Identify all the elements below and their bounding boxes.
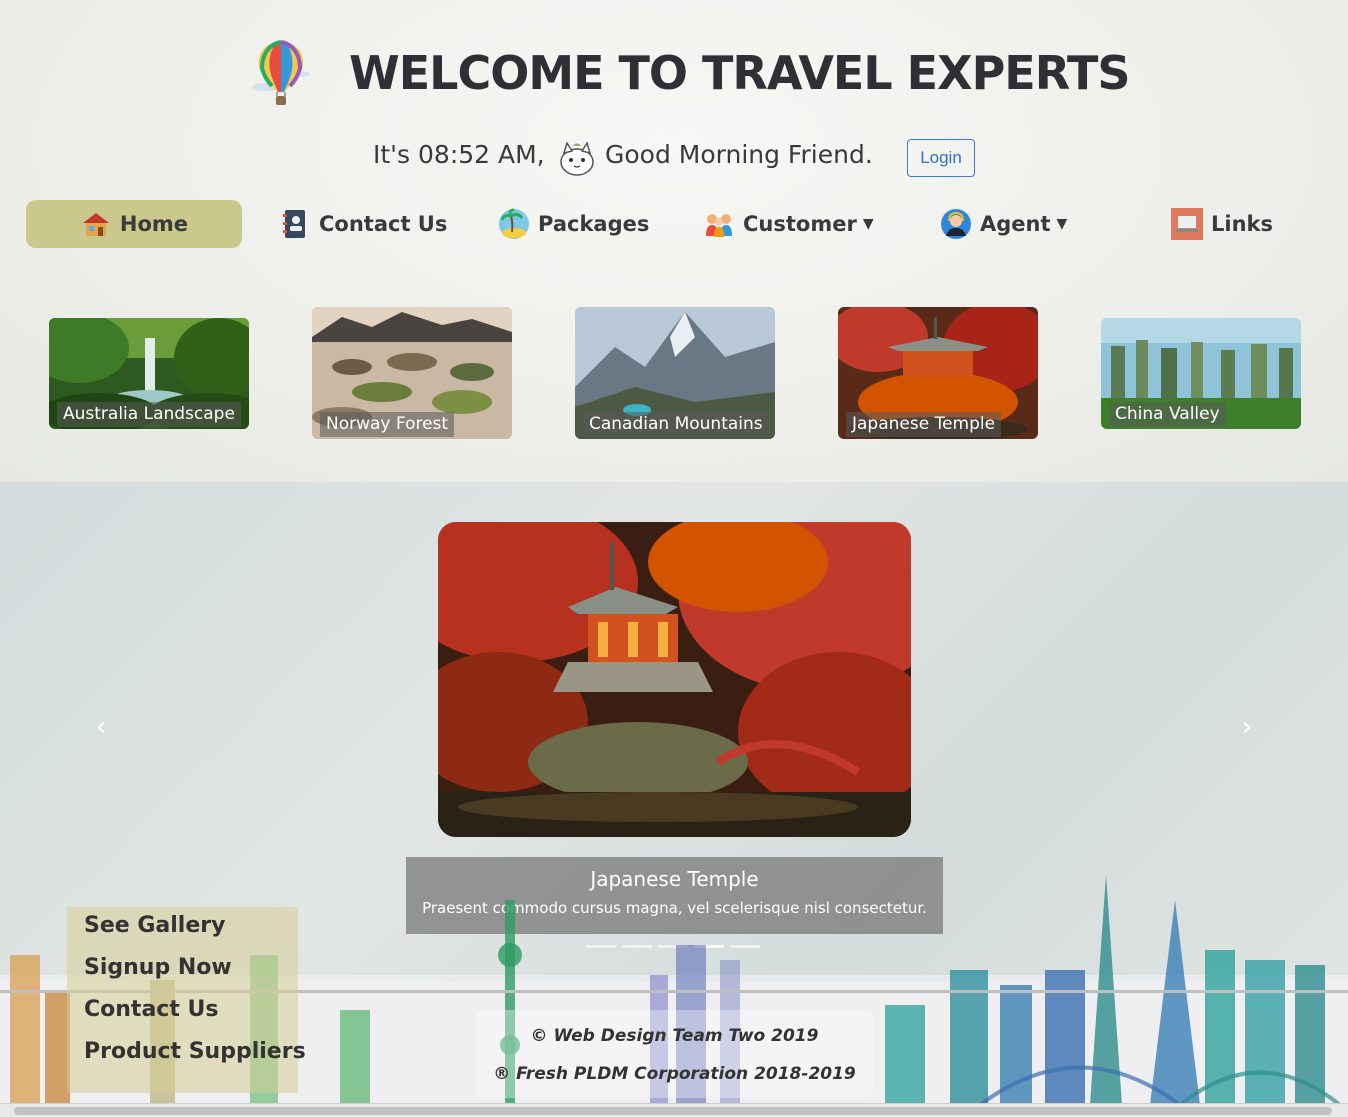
corporation-text: ® Fresh PLDM Corporation 2018-2019	[493, 1064, 856, 1084]
footer-link-signup-now[interactable]: Signup Now	[84, 955, 232, 980]
nav-label-packages: Packages	[538, 212, 650, 236]
chevron-right-icon[interactable]: ›	[1232, 712, 1262, 742]
nav-item-agent[interactable]: Agent ▼	[940, 200, 1067, 248]
island-icon	[499, 208, 529, 239]
address-book-icon	[283, 210, 305, 238]
footer-link-product-suppliers[interactable]: Product Suppliers	[84, 1039, 306, 1064]
chevron-left-icon[interactable]: ‹	[86, 712, 116, 742]
people-icon	[706, 214, 732, 237]
carousel-slide-image	[438, 522, 911, 837]
nav-label-customer: Customer	[743, 212, 857, 236]
thumbnail-norway-forest[interactable]: Norway Forest	[312, 307, 512, 439]
thumbnail-australia-landscape[interactable]: Australia Landscape	[49, 318, 249, 429]
hot-air-balloon-icon	[252, 40, 310, 105]
footer-link-contact-us[interactable]: Contact Us	[84, 997, 218, 1022]
footer-links: See Gallery Signup Now Contact Us Produc…	[67, 907, 306, 1093]
chevron-down-icon: ▼	[1056, 216, 1068, 232]
thumbnail-caption: China Valley	[1109, 402, 1226, 427]
greeting-row: It's 08:52 AM, Good Morning Friend. Logi…	[0, 136, 1348, 180]
japanese-temple-slide	[438, 522, 911, 837]
title-row: WELCOME TO TRAVEL EXPERTS	[0, 38, 1348, 118]
nav-item-packages[interactable]: Packages	[498, 200, 649, 248]
thumbnail-canadian-mountains[interactable]: Canadian Mountains	[575, 307, 775, 439]
nav-item-contact-us[interactable]: Contact Us	[279, 200, 447, 248]
thumbnail-japanese-temple[interactable]: Japanese Temple	[838, 307, 1038, 439]
header-area: WELCOME TO TRAVEL EXPERTS It's 08:52 AM,…	[0, 0, 1348, 482]
nav-item-customer[interactable]: Customer ▼	[703, 200, 874, 248]
nav-label-agent: Agent	[980, 212, 1051, 236]
nav-label-links: Links	[1211, 212, 1273, 236]
laptop-icon	[1171, 208, 1203, 240]
nav-item-links[interactable]: Links	[1171, 200, 1273, 248]
nav-item-home[interactable]: Home	[26, 200, 242, 248]
time-greeting: It's 08:52 AM,	[373, 140, 545, 169]
agent-icon	[941, 209, 971, 239]
copyright-box: © Web Design Team Two 2019 ® Fresh PLDM …	[476, 1010, 873, 1098]
copyright-text: © Web Design Team Two 2019	[530, 1026, 819, 1046]
house-icon	[82, 213, 109, 236]
thumbnail-caption: Japanese Temple	[846, 412, 1002, 437]
thumbnail-china-valley[interactable]: China Valley	[1101, 318, 1301, 429]
cat-icon	[556, 138, 598, 178]
thumbnail-caption: Canadian Mountains	[583, 412, 769, 437]
nav-label-contact-us: Contact Us	[319, 212, 448, 236]
chevron-down-icon: ▼	[862, 216, 874, 232]
horizontal-scrollbar[interactable]	[0, 1103, 1348, 1117]
greeting-message: Good Morning Friend.	[605, 140, 873, 169]
nav-label-home: Home	[119, 212, 189, 236]
thumbnail-caption: Australia Landscape	[57, 402, 241, 427]
thumbnail-caption: Norway Forest	[320, 412, 455, 437]
footer-link-see-gallery[interactable]: See Gallery	[84, 913, 225, 938]
page-title: WELCOME TO TRAVEL EXPERTS	[349, 46, 1131, 100]
login-button[interactable]: Login	[907, 139, 975, 177]
scrollbar-thumb[interactable]	[14, 1107, 1332, 1115]
main-nav: Home Contact Us Packages Customer ▼ Agen…	[0, 200, 1348, 248]
